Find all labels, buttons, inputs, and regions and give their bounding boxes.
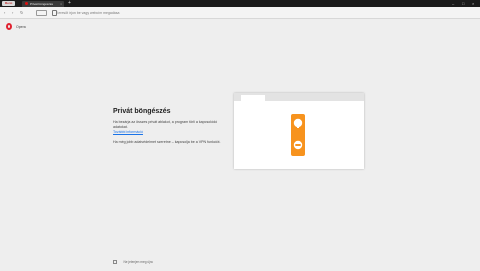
forward-button[interactable]: ›	[12, 9, 13, 16]
navigation-toolbar: ‹ › ↻	[0, 7, 480, 19]
close-window-button[interactable]: ×	[472, 0, 474, 7]
address-input[interactable]	[56, 9, 356, 16]
opera-logo: Opera	[6, 23, 26, 30]
door-hanger-icon	[291, 114, 305, 156]
new-tab-button[interactable]: +	[68, 0, 71, 7]
back-button[interactable]: ‹	[4, 9, 5, 16]
more-info-link[interactable]: További információ	[113, 130, 223, 135]
page-title: Privát böngészés	[113, 108, 171, 115]
tab-strip: Menü Privát böngészés × + – □ ×	[0, 0, 480, 7]
private-browsing-illustration	[234, 93, 364, 169]
private-info-panel: Privát böngészés Ha bezárja az összes pr…	[113, 108, 223, 145]
opera-menu-button[interactable]: Menü	[2, 1, 15, 6]
dont-show-again-label: Ne jelenjen meg újra	[123, 259, 153, 264]
illustration-tab	[241, 95, 265, 101]
reload-button[interactable]: ↻	[20, 9, 23, 16]
info-paragraph-1: Ha bezárja az összes privát ablakot, a p…	[113, 120, 218, 129]
minimize-button[interactable]: –	[452, 0, 454, 7]
speed-dial-icon[interactable]	[36, 10, 47, 16]
info-paragraph-2: Ha még jobb adatvédelmet szeretne – kapc…	[113, 140, 221, 144]
dont-show-again-checkbox[interactable]	[113, 259, 117, 264]
logo-text: Opera	[16, 25, 26, 29]
maximize-button[interactable]: □	[462, 0, 464, 7]
private-tab-icon	[25, 2, 28, 5]
dont-show-again[interactable]: Ne jelenjen meg újra	[113, 253, 153, 271]
opera-o-icon	[6, 23, 12, 30]
address-bar[interactable]	[50, 9, 420, 16]
